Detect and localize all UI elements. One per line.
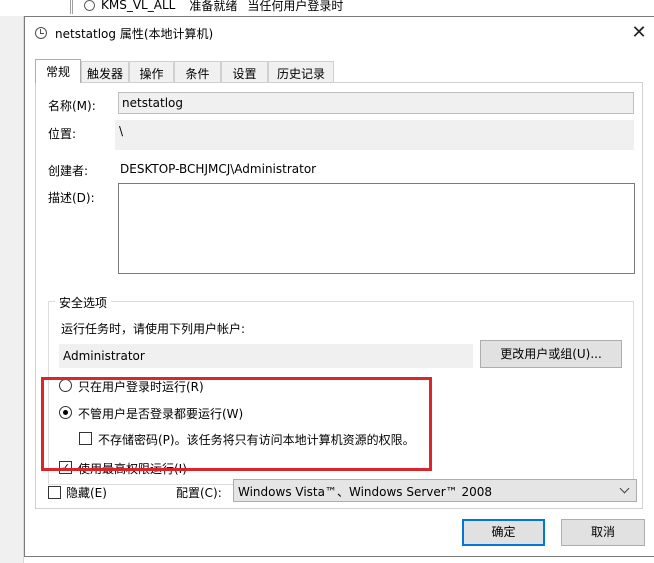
cancel-button[interactable]: 取消	[561, 519, 645, 546]
clock-icon	[35, 27, 47, 39]
column-separator	[70, 0, 73, 14]
user-account-field: Administrator	[59, 344, 473, 368]
tab-history[interactable]: 历史记录	[268, 61, 334, 82]
tab-general[interactable]: 常规	[35, 59, 81, 83]
hidden-label: 隐藏(E)	[66, 486, 107, 500]
background-task-row[interactable]: KMS_VL_ALL 准备就绪 当任何用户登录时	[84, 0, 344, 13]
name-field[interactable]: netstatlog	[118, 92, 634, 114]
configure-dropdown[interactable]: Windows Vista™、Windows Server™ 2008	[233, 479, 637, 502]
ok-button[interactable]: 确定	[462, 519, 545, 546]
clock-icon	[84, 0, 95, 11]
chevron-down-icon	[619, 483, 630, 494]
security-options-legend: 安全选项	[55, 294, 112, 311]
tab-settings[interactable]: 设置	[221, 61, 268, 82]
run-as-prompt: 运行任务时，请使用下列用户帐户:	[61, 322, 246, 336]
configure-label: 配置(C):	[176, 486, 222, 500]
task-name: KMS_VL_ALL	[101, 0, 176, 12]
location-value: \	[115, 120, 634, 150]
configure-value: Windows Vista™、Windows Server™ 2008	[238, 485, 493, 499]
tab-triggers[interactable]: 触发器	[81, 61, 129, 82]
description-label: 描述(D):	[48, 191, 95, 205]
author-label: 创建者:	[48, 164, 89, 178]
dialog-title: netstatlog 属性(本地计算机)	[55, 27, 214, 41]
task-trigger: 当任何用户登录时	[247, 0, 344, 13]
hidden-checkbox[interactable]	[48, 486, 61, 499]
background-window-edge	[0, 0, 24, 563]
author-value: DESKTOP-BCHJMCJ\Administrator	[120, 162, 317, 176]
task-status: 准备就绪	[189, 0, 238, 13]
dialog-titlebar[interactable]: netstatlog 属性(本地计算机) ✕	[25, 17, 654, 49]
task-properties-dialog: netstatlog 属性(本地计算机) ✕ 常规 触发器 操作 条件 设置 历…	[24, 16, 654, 557]
close-icon[interactable]: ✕	[625, 21, 653, 45]
name-label: 名称(M):	[48, 99, 96, 113]
tab-conditions[interactable]: 条件	[174, 61, 221, 82]
change-user-button[interactable]: 更改用户或组(U)...	[480, 340, 622, 368]
background-task-list: KMS_VL_ALL 准备就绪 当任何用户登录时	[0, 0, 654, 16]
location-label: 位置:	[48, 127, 77, 141]
description-textarea[interactable]	[118, 183, 635, 274]
annotation-highlight-box	[41, 377, 432, 471]
tab-actions[interactable]: 操作	[129, 61, 174, 82]
